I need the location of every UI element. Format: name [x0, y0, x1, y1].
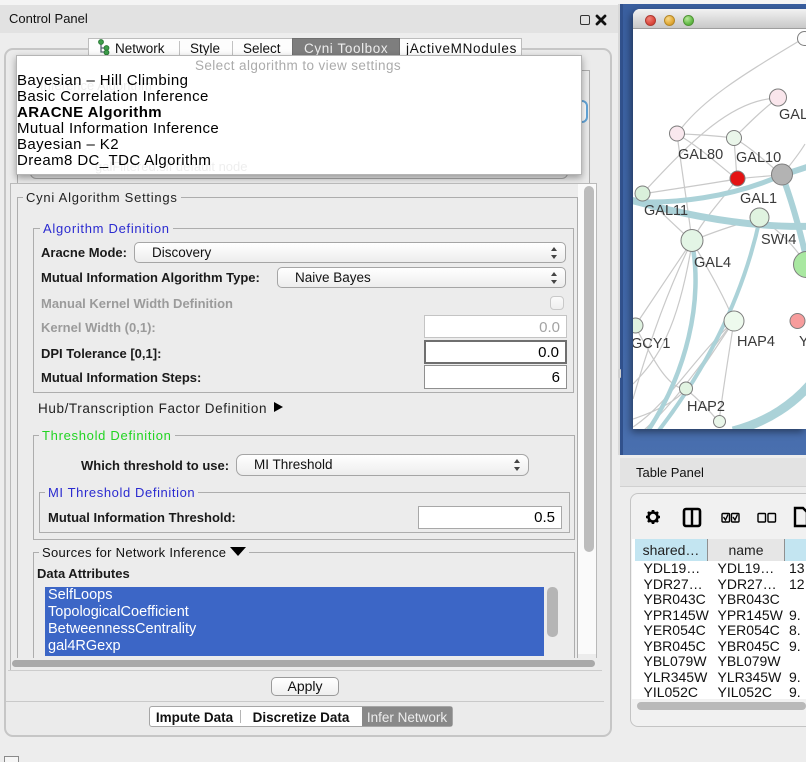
svg-text:GAL11: GAL11: [644, 203, 688, 219]
svg-text:GAL80: GAL80: [678, 147, 723, 163]
svg-text:HAP2: HAP2: [687, 399, 725, 415]
svg-text:GAL10: GAL10: [736, 150, 781, 166]
svg-text:GAL1: GAL1: [740, 191, 777, 207]
svg-text:HAP4: HAP4: [737, 334, 775, 350]
svg-text:GAL4: GAL4: [694, 255, 731, 271]
svg-text:GAL7: GAL7: [779, 107, 806, 123]
svg-text:GCY1: GCY1: [633, 336, 671, 352]
svg-text:Y: Y: [799, 334, 806, 350]
svg-text:SWI4: SWI4: [761, 232, 796, 248]
